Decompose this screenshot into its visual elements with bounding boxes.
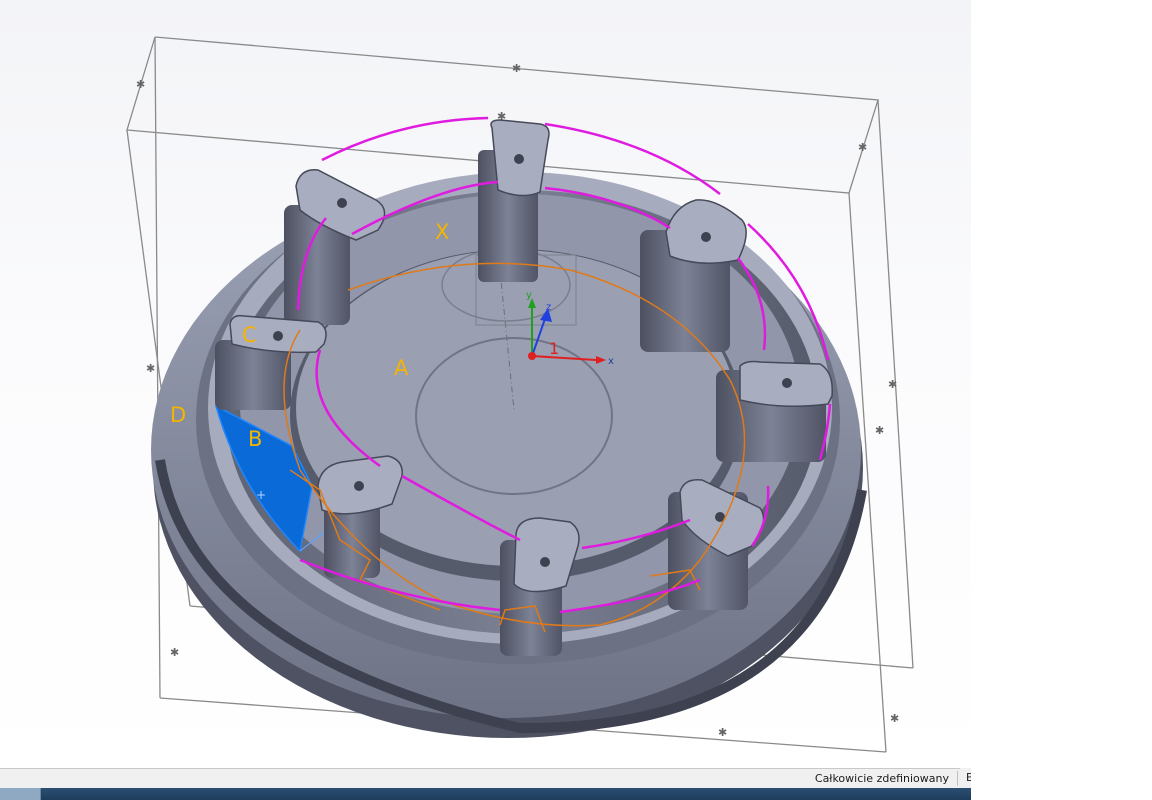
status-extra-cell: E <box>960 768 973 788</box>
graphics-viewport[interactable]: ✱ ✱ ✱ ✱ ✱ ✱ ✱ ✱ ✱ ✱ ✱ <box>0 0 971 768</box>
blank-area <box>971 0 1152 800</box>
svg-text:✱: ✱ <box>858 141 867 154</box>
triad-origin-label: 1 <box>549 339 559 358</box>
svg-text:✱: ✱ <box>718 726 727 739</box>
start-button[interactable] <box>0 788 41 800</box>
status-bar: Całkowicie zdefiniowany <box>0 768 971 788</box>
svg-text:✱: ✱ <box>136 78 145 91</box>
triad-y-label: y <box>526 290 532 301</box>
model-canvas[interactable]: ✱ ✱ ✱ ✱ ✱ ✱ ✱ ✱ ✱ ✱ ✱ <box>0 0 971 768</box>
taskbar <box>0 788 971 800</box>
label-x: X <box>435 220 450 244</box>
svg-text:✱: ✱ <box>890 712 899 725</box>
svg-text:✱: ✱ <box>875 424 884 437</box>
selected-face-marker: + <box>256 488 266 502</box>
triad-x-label: x <box>608 356 614 367</box>
svg-text:✱: ✱ <box>888 378 897 391</box>
label-c: C <box>242 323 257 347</box>
svg-text:✱: ✱ <box>170 646 179 659</box>
status-divider <box>957 771 958 786</box>
label-a: A <box>394 356 409 380</box>
status-text: Całkowicie zdefiniowany <box>814 772 949 785</box>
svg-text:✱: ✱ <box>512 62 521 75</box>
svg-text:✱: ✱ <box>146 362 155 375</box>
pillar-right[interactable] <box>716 360 833 463</box>
label-b: B <box>248 427 263 451</box>
label-d: D <box>170 403 187 427</box>
triad-z-label: z <box>546 302 551 313</box>
